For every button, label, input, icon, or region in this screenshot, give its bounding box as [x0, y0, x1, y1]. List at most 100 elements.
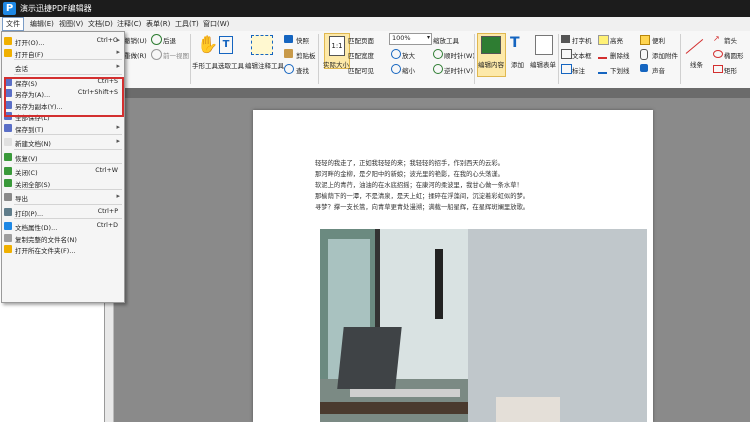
menu-item-icon [4, 207, 12, 216]
callout-button[interactable]: 标注 [572, 65, 585, 75]
text-line: 轻轻的我走了，正如我轻轻的来；我轻轻的招手，作别西天的云彩。 [315, 160, 504, 167]
ellipse-button[interactable]: 椭圆形 [724, 50, 744, 60]
back-button[interactable]: 后退 [163, 35, 176, 45]
menu-edit[interactable]: 编辑(E) [27, 18, 57, 30]
arrow-button[interactable]: 箭头 [724, 35, 737, 45]
typewriter-button[interactable]: 打字机 [572, 35, 592, 45]
menu-document[interactable]: 文档(D) [85, 18, 116, 30]
hand-tool-icon[interactable]: ✋ [197, 35, 218, 55]
rotate-cw-button[interactable]: 顺时针(W) [444, 50, 475, 60]
edit-form-icon[interactable] [535, 35, 553, 55]
highlight-icon[interactable] [598, 35, 609, 45]
add-text-icon[interactable]: T [510, 35, 524, 53]
zoom-out-icon[interactable] [391, 64, 401, 74]
file-menu-item[interactable]: 恢复(V) [2, 151, 124, 163]
file-menu-item[interactable]: 复制完整的文件名(N) [2, 232, 124, 244]
typewriter-icon[interactable] [561, 35, 570, 43]
menu-item-shortcut: Ctrl+O [96, 37, 118, 44]
underline-button[interactable]: 下划线 [610, 65, 630, 75]
file-menu-item[interactable]: 关闭全部(S) [2, 177, 124, 189]
menu-item-label: 文档属性(D)... [15, 224, 58, 232]
menu-view[interactable]: 视图(V) [56, 18, 86, 30]
redo-button[interactable]: 重做(R) [124, 50, 147, 60]
file-menu-item[interactable]: 导出 ▸ [2, 191, 124, 203]
rectangle-icon[interactable] [713, 65, 723, 73]
actual-size-icon[interactable]: 1:1 [329, 36, 345, 56]
submenu-arrow-icon: ▸ [116, 36, 120, 44]
zoom-in-icon[interactable] [391, 49, 401, 59]
edit-form-button[interactable]: 编辑表单 [530, 59, 556, 69]
strikethrough-icon[interactable] [598, 49, 607, 59]
menu-window[interactable]: 窗口(W) [200, 18, 232, 30]
file-menu-item[interactable]: 会话 ▸ [2, 61, 124, 73]
menu-item-label: 打开所在文件夹(F)... [15, 247, 76, 255]
back-icon[interactable] [151, 34, 162, 45]
find-icon[interactable] [284, 64, 294, 74]
fit-visible-button[interactable]: 匹配可见 [348, 65, 374, 75]
menu-file[interactable]: 文件 [2, 17, 24, 31]
undo-button[interactable]: 撤销(U) [124, 35, 147, 45]
attach-file-button[interactable]: 添加附件 [652, 50, 678, 60]
file-menu-dropdown: 打开(O)... Ctrl+O ▸ 打开自(F) ▸ 会话 ▸ 保存(S) Ctrl+S 另存为(… [1, 31, 125, 303]
add-button[interactable]: 添加 [511, 59, 524, 69]
menu-tools[interactable]: 工具(T) [172, 18, 202, 30]
find-button[interactable]: 查找 [296, 65, 309, 75]
snapshot-icon[interactable] [284, 35, 293, 43]
snapshot-button[interactable]: 快照 [296, 35, 309, 45]
menu-item-icon [4, 178, 12, 187]
file-menu-item[interactable]: 新建文档(N) ▸ [2, 136, 124, 148]
zoom-tool-button[interactable]: 缩放工具 [433, 35, 459, 45]
paperclip-icon[interactable] [640, 49, 648, 60]
actual-size-button[interactable]: 实际大小 [323, 59, 349, 69]
prev-view-button[interactable]: 前一视图 [163, 50, 189, 60]
select-tool-button[interactable]: 选取工具 [218, 60, 244, 70]
sound-button[interactable]: 声音 [652, 65, 665, 75]
fit-width-button[interactable]: 匹配宽度 [348, 50, 374, 60]
file-menu-item[interactable]: 关闭(C) Ctrl+W [2, 165, 124, 177]
line-button[interactable]: 线条 [690, 59, 703, 69]
prev-view-icon[interactable] [151, 49, 162, 60]
ellipse-icon[interactable] [713, 50, 723, 58]
edit-content-button[interactable]: 编辑内容 [478, 59, 504, 69]
speaker-icon[interactable] [640, 64, 648, 72]
rotate-ccw-icon[interactable] [433, 64, 443, 74]
clipboard-button[interactable]: 剪贴板 [296, 50, 316, 60]
zoom-value: 100% [392, 34, 411, 42]
text-line: 软泥上的青荇，油油的在水底招摇；在康河的柔波里，我甘心做一条水草！ [315, 182, 523, 189]
fit-page-button[interactable]: 匹配页面 [348, 35, 374, 45]
note-icon[interactable] [640, 35, 650, 45]
menu-item-label: 关闭(C) [15, 169, 38, 177]
file-menu-item[interactable]: 打开(O)... Ctrl+O ▸ [2, 35, 124, 47]
arrow-icon[interactable]: ↗ [713, 35, 721, 43]
file-menu-item[interactable]: 保存到(T) ▸ [2, 122, 124, 134]
file-menu-item[interactable]: 文档属性(D)... Ctrl+D [2, 220, 124, 232]
file-menu-item[interactable]: 打开自(F) ▸ [2, 47, 124, 59]
menu-comment[interactable]: 注释(C) [114, 18, 144, 30]
textbox-icon[interactable] [561, 49, 572, 59]
menu-separator [14, 59, 122, 60]
file-menu-item[interactable]: 打印(P)... Ctrl+P [2, 206, 124, 218]
line-icon[interactable] [685, 38, 704, 54]
clipboard-icon[interactable] [284, 49, 293, 58]
hand-tool-button[interactable]: 手形工具 [192, 60, 218, 70]
file-menu-item[interactable]: 打开所在文件夹(F)... [2, 243, 124, 255]
callout-icon[interactable] [561, 64, 572, 74]
textbox-button[interactable]: 文本框 [572, 50, 592, 60]
edit-content-icon[interactable] [481, 36, 501, 54]
note-button[interactable]: 便利 [652, 35, 665, 45]
menu-item-icon [4, 245, 12, 253]
rotate-ccw-button[interactable]: 逆时针(V) [444, 65, 473, 75]
underline-icon[interactable] [598, 64, 607, 74]
zoom-in-button[interactable]: 放大 [402, 50, 415, 60]
menu-item-icon [4, 152, 12, 161]
edit-annotation-icon[interactable] [251, 35, 273, 55]
highlight-button[interactable]: 高亮 [610, 35, 623, 45]
menu-form[interactable]: 表单(R) [143, 18, 173, 30]
rotate-cw-icon[interactable] [433, 49, 443, 59]
rectangle-button[interactable]: 矩形 [724, 65, 737, 75]
zoom-out-button[interactable]: 缩小 [402, 65, 415, 75]
select-tool-icon[interactable]: T [219, 36, 233, 54]
edit-annotation-button[interactable]: 编辑注释工具 [245, 60, 284, 70]
strikethrough-button[interactable]: 删除线 [610, 50, 630, 60]
zoom-select[interactable]: 100% ▾ [389, 33, 432, 45]
